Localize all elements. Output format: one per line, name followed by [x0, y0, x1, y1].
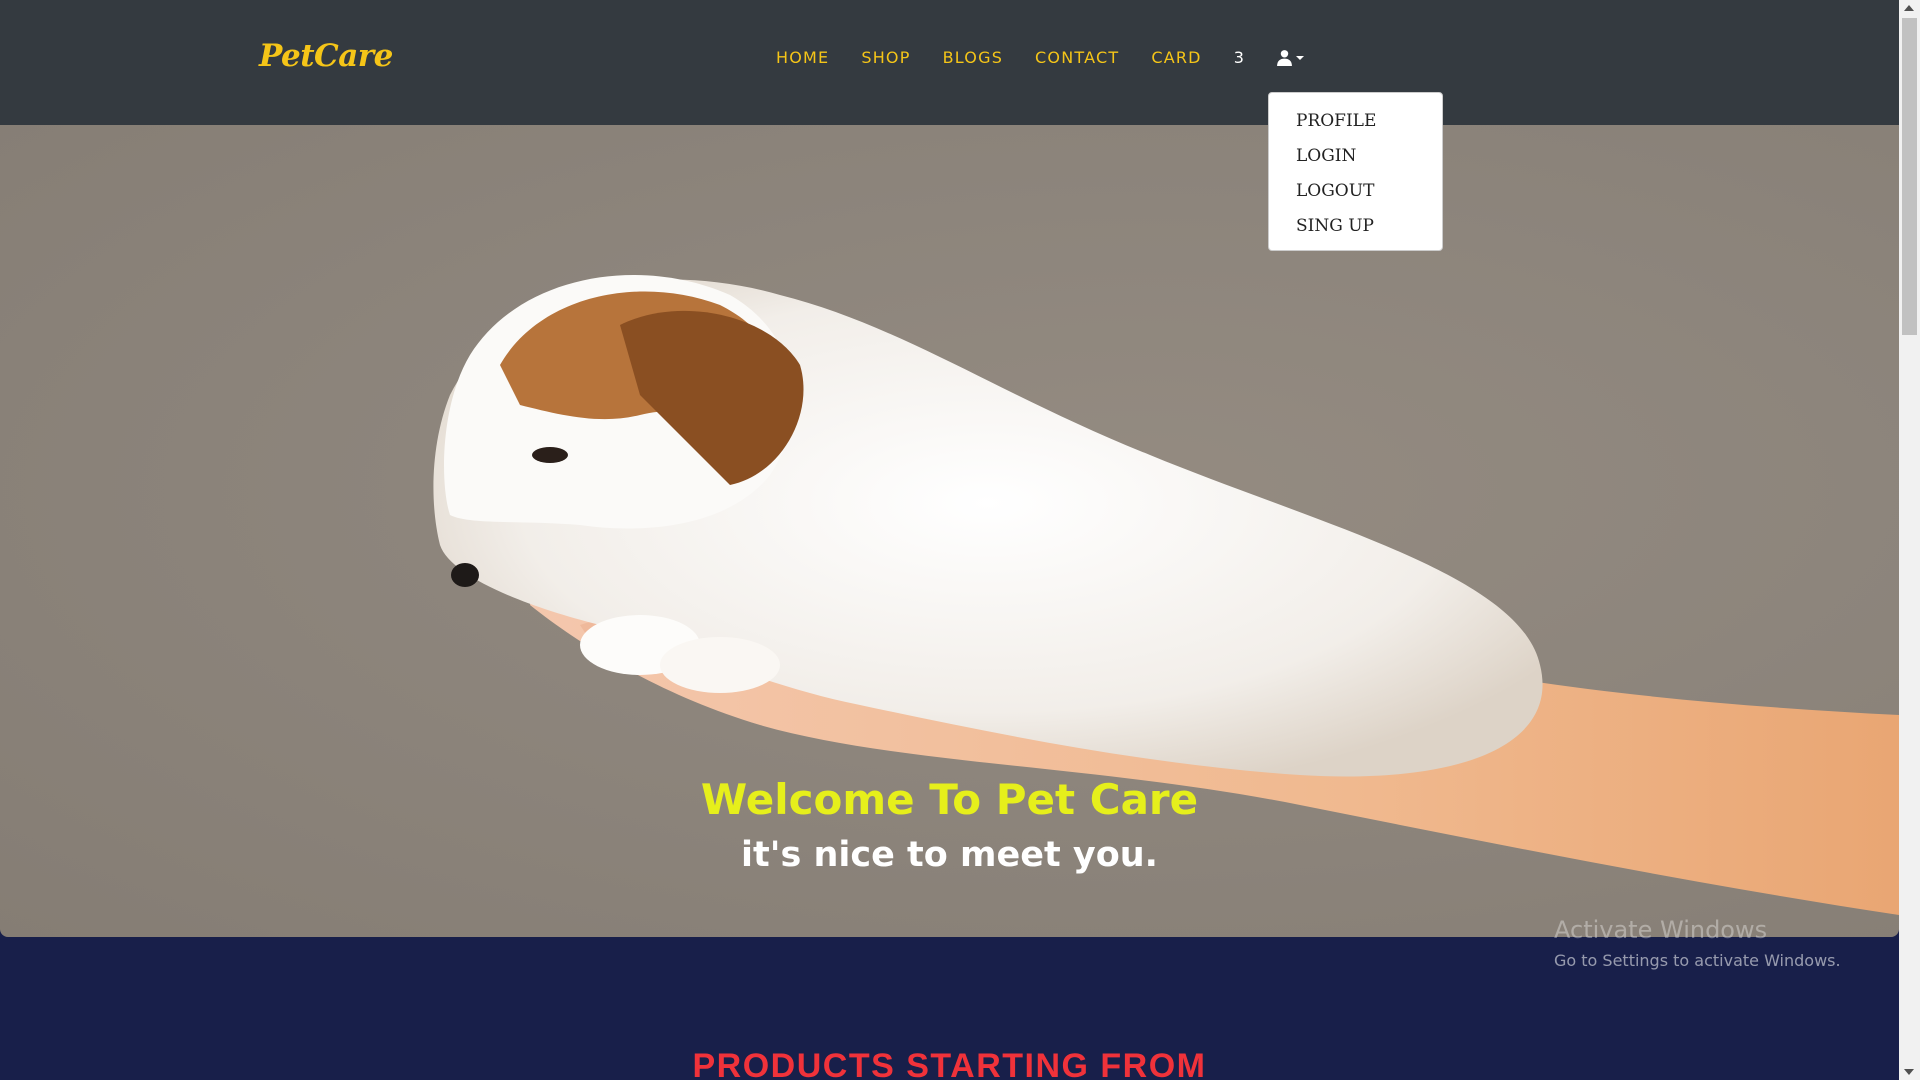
user-dropdown-menu: PROFILE LOGIN LOGOUT SING UP: [1268, 92, 1443, 251]
caret-down-icon: [1295, 55, 1304, 60]
user-menu-toggle[interactable]: [1276, 49, 1305, 66]
navbar: PetCare HOME SHOP BLOGS CONTACT CARD 3: [0, 0, 1899, 125]
windows-watermark-subtitle: Go to Settings to activate Windows.: [1554, 951, 1841, 970]
products-heading: PRODUCTS STARTING FROM: [692, 1047, 1207, 1080]
scroll-down-arrow-icon[interactable]: [1904, 1069, 1914, 1075]
brand-logo[interactable]: PetCare: [259, 38, 393, 74]
cart-count-badge[interactable]: 3: [1234, 48, 1244, 67]
nav-link-card[interactable]: CARD: [1151, 48, 1201, 67]
scroll-up-arrow-icon[interactable]: [1904, 5, 1914, 11]
windows-watermark-title: Activate Windows: [1554, 916, 1768, 944]
nav-link-home[interactable]: HOME: [776, 48, 829, 67]
nav-menu: HOME SHOP BLOGS CONTACT CARD 3: [776, 48, 1305, 67]
nav-link-blogs[interactable]: BLOGS: [943, 48, 1003, 67]
hero-subtitle: it's nice to meet you.: [741, 835, 1158, 875]
nav-link-shop[interactable]: SHOP: [861, 48, 910, 67]
hero-banner: Welcome To Pet Care it's nice to meet yo…: [0, 125, 1899, 937]
hero-title: Welcome To Pet Care: [700, 775, 1199, 824]
vertical-scrollbar[interactable]: [1899, 0, 1920, 1080]
dropdown-item-login[interactable]: LOGIN: [1269, 142, 1442, 177]
dropdown-item-profile[interactable]: PROFILE: [1269, 107, 1442, 142]
dropdown-item-signup[interactable]: SING UP: [1269, 212, 1442, 247]
dropdown-item-logout[interactable]: LOGOUT: [1269, 177, 1442, 212]
scrollbar-thumb[interactable]: [1902, 18, 1917, 335]
user-icon: [1276, 50, 1292, 66]
nav-link-contact[interactable]: CONTACT: [1035, 48, 1119, 67]
